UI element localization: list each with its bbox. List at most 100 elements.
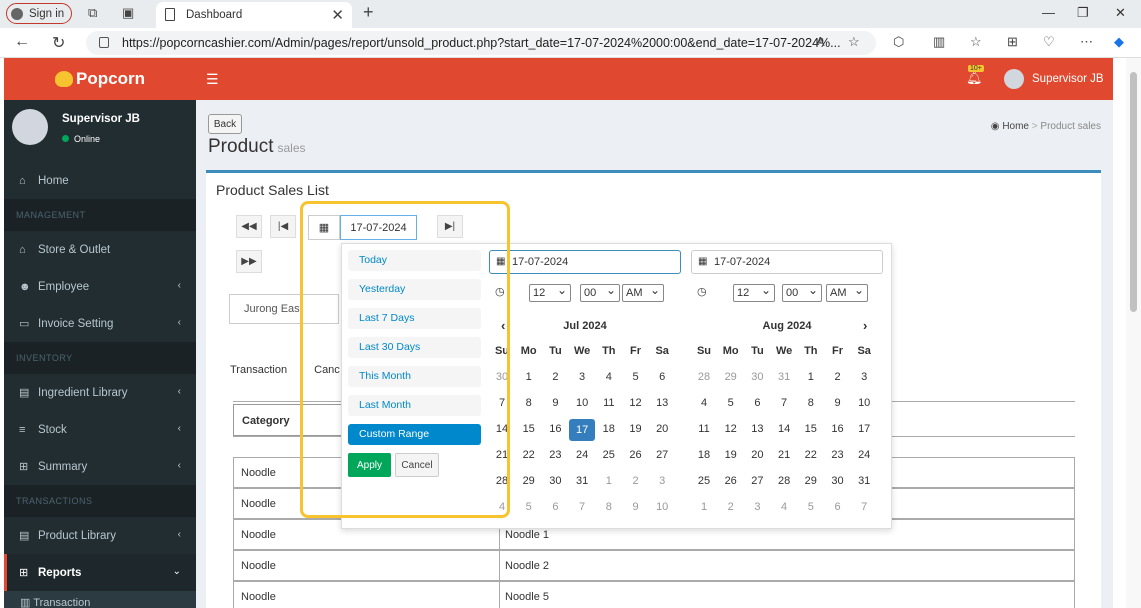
maximize-icon[interactable]: ❐ <box>1077 5 1089 21</box>
extensions-icon[interactable]: ⬡ <box>893 34 904 50</box>
bell-icon[interactable]: 🔔︎ <box>966 70 983 86</box>
calendar-day[interactable]: 7 <box>569 501 595 513</box>
calendar-day[interactable]: 27 <box>744 475 770 487</box>
tab-dashboard[interactable]: Dashboard ✕ <box>156 2 352 28</box>
calendar-day[interactable]: 16 <box>542 423 568 435</box>
calendar-day[interactable]: 22 <box>516 449 542 461</box>
calendar-day[interactable]: 2 <box>718 501 744 513</box>
calendar-day[interactable]: 31 <box>569 475 595 487</box>
hamburger-menu-icon[interactable]: ☰ <box>206 71 219 88</box>
avatar[interactable] <box>1004 69 1024 89</box>
sidebar-item-product-library[interactable]: ▤ Product Library ‹ <box>4 517 196 554</box>
calendar-day[interactable]: 30 <box>542 475 568 487</box>
calendar-day[interactable]: 4 <box>691 397 717 409</box>
calendar-day[interactable]: 28 <box>771 475 797 487</box>
close-tab-icon[interactable]: ✕ <box>331 6 344 24</box>
calendar-day[interactable]: 4 <box>771 501 797 513</box>
calendar-day[interactable]: 11 <box>596 397 622 409</box>
sidebar-item-ingredient[interactable]: ▤ Ingredient Library ‹ <box>4 374 196 411</box>
calendar-day[interactable]: 15 <box>516 423 542 435</box>
workspaces-icon[interactable]: ⧉ <box>88 5 97 21</box>
calendar-day[interactable]: 5 <box>798 501 824 513</box>
calendar-day[interactable]: 16 <box>825 423 851 435</box>
read-aloud-icon[interactable]: A <box>816 34 825 49</box>
calendar-day[interactable]: 9 <box>623 501 649 513</box>
calendar-day[interactable]: 19 <box>623 423 649 435</box>
sign-in-button[interactable]: Sign in <box>6 3 72 24</box>
calendar-day[interactable]: 6 <box>744 397 770 409</box>
calendar-day[interactable]: 20 <box>649 423 675 435</box>
last-page-icon[interactable]: ▶▶ <box>236 250 262 273</box>
calendar-day[interactable]: 6 <box>825 501 851 513</box>
calendar-day[interactable]: 5 <box>516 501 542 513</box>
calendar-day[interactable]: 17 <box>851 423 877 435</box>
start-minute-select[interactable]: 00 <box>580 282 620 302</box>
calendar-day[interactable]: 26 <box>623 449 649 461</box>
calendar-day[interactable]: 10 <box>569 397 595 409</box>
calendar-day[interactable]: 3 <box>851 371 877 383</box>
calendar-day[interactable]: 31 <box>851 475 877 487</box>
collections-icon[interactable]: ⊞ <box>1007 34 1018 50</box>
calendar-day[interactable]: 30 <box>825 475 851 487</box>
calendar-day[interactable]: 5 <box>718 397 744 409</box>
favorites-icon[interactable]: ☆ <box>970 34 982 50</box>
calendar-day[interactable]: 9 <box>542 397 568 409</box>
close-window-icon[interactable]: ✕ <box>1115 5 1126 21</box>
calendar-day[interactable]: 1 <box>798 371 824 383</box>
calendar-day[interactable]: 1 <box>596 475 622 487</box>
favorite-star-icon[interactable]: ☆ <box>848 34 860 50</box>
back-arrow-icon[interactable]: ← <box>14 33 30 51</box>
breadcrumb-home[interactable]: Home <box>1002 121 1029 132</box>
calendar-day[interactable]: 23 <box>825 449 851 461</box>
calendar-day[interactable]: 3 <box>649 475 675 487</box>
calendar-day[interactable]: 7 <box>771 397 797 409</box>
brand-logo[interactable]: Popcorn <box>4 58 196 100</box>
split-screen-icon[interactable]: ▥ <box>933 34 945 50</box>
calendar-day[interactable]: 13 <box>649 397 675 409</box>
calendar-day[interactable]: 29 <box>718 371 744 383</box>
calendar-day[interactable]: 18 <box>691 449 717 461</box>
sidebar-item-employee[interactable]: ☻ Employee ‹ <box>4 268 196 305</box>
sidebar-item-invoice[interactable]: ▭ Invoice Setting ‹ <box>4 305 196 342</box>
sidebar-item-stock[interactable]: ≡ Stock ‹ <box>4 411 196 448</box>
calendar-day[interactable]: 12 <box>718 423 744 435</box>
first-page-icon[interactable]: ◀◀ <box>236 215 262 238</box>
end-date-input[interactable]: ▦ 17-07-2024 <box>691 250 883 274</box>
calendar-day[interactable]: 21 <box>771 449 797 461</box>
more-options-icon[interactable]: ⋯ <box>1080 34 1093 50</box>
sidebar-subitem-transaction[interactable]: ▥ Transaction <box>4 591 196 608</box>
top-user-name[interactable]: Supervisor JB <box>1032 73 1104 85</box>
calendar-day[interactable]: 10 <box>649 501 675 513</box>
url-input[interactable]: https://popcorncashier.com/Admin/pages/r… <box>86 31 876 55</box>
calendar-day[interactable]: 9 <box>825 397 851 409</box>
calendar-day[interactable]: 8 <box>798 397 824 409</box>
calendar-day[interactable]: 5 <box>623 371 649 383</box>
calendar-day[interactable]: 14 <box>771 423 797 435</box>
copilot-icon[interactable]: ◆ <box>1114 34 1124 50</box>
calendar-day[interactable]: 2 <box>623 475 649 487</box>
calendar-day[interactable]: 10 <box>851 397 877 409</box>
prev-page-icon[interactable]: |◀ <box>270 215 296 238</box>
calendar-day[interactable]: 17 <box>569 419 596 441</box>
sidebar-item-store[interactable]: ⌂ Store & Outlet <box>4 231 196 268</box>
calendar-day[interactable]: 24 <box>569 449 595 461</box>
page-scrollbar[interactable] <box>1126 58 1141 608</box>
minimize-icon[interactable]: — <box>1042 5 1055 20</box>
calendar-day[interactable]: 22 <box>798 449 824 461</box>
calendar-day[interactable]: 3 <box>744 501 770 513</box>
calendar-day[interactable]: 20 <box>744 449 770 461</box>
calendar-day[interactable]: 15 <box>798 423 824 435</box>
calendar-day[interactable]: 19 <box>718 449 744 461</box>
end-hour-select[interactable]: 12 <box>733 282 775 302</box>
calendar-day[interactable]: 31 <box>771 371 797 383</box>
calendar-day[interactable]: 25 <box>691 475 717 487</box>
calendar-day[interactable]: 7 <box>851 501 877 513</box>
calendar-day[interactable]: 3 <box>569 371 595 383</box>
calendar-day[interactable]: 2 <box>542 371 568 383</box>
browser-essentials-icon[interactable]: ♡ <box>1043 34 1055 50</box>
refresh-icon[interactable]: ↻ <box>52 33 65 53</box>
end-ampm-select[interactable]: AM <box>826 282 868 302</box>
calendar-day[interactable]: 13 <box>744 423 770 435</box>
scrollbar-thumb[interactable] <box>1130 72 1137 312</box>
calendar-day[interactable]: 29 <box>798 475 824 487</box>
